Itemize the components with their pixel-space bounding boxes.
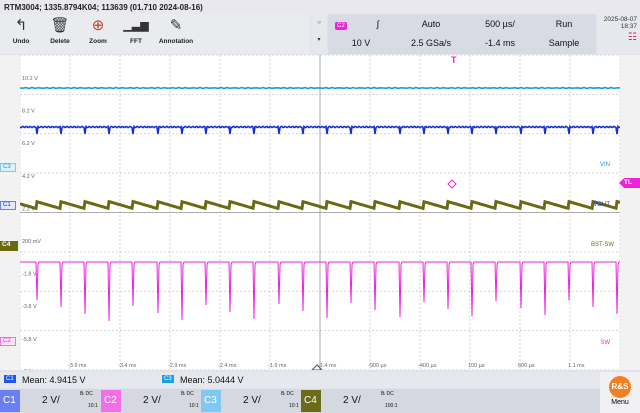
- trigger-slope-button[interactable]: ∫: [366, 15, 390, 34]
- c3-channel-button[interactable]: C3 2 V/ Bₗ DC 10:1: [201, 390, 300, 412]
- time-label: 600 µs: [518, 363, 535, 369]
- graticule: [20, 55, 620, 370]
- undo-icon: ↰: [14, 17, 28, 34]
- c1-mean-text: Mean: 4.9415 V: [22, 375, 86, 385]
- trigger-time-marker[interactable]: T: [451, 55, 457, 65]
- undo-button[interactable]: ↰ Undo: [2, 14, 40, 54]
- network-icon: ☷: [628, 32, 637, 43]
- menu-button[interactable]: R&S Menu: [600, 372, 640, 413]
- right-margin: [620, 55, 640, 370]
- window-title: RTM3004; 1335.8794K04; 113639 (01.710 20…: [0, 0, 640, 14]
- time-label: -3.4 ms: [118, 363, 137, 369]
- c1-meas-badge: C1: [4, 375, 16, 383]
- trigger-source-button[interactable]: C2: [332, 15, 350, 34]
- time-labels: -3.9 ms -3.4 ms -2.9 ms -2.4 ms -1.9 ms -1.4 …: [68, 363, 585, 369]
- measurement-bar: C1 Mean: 4.9415 V C3 Mean: 5.0444 V: [0, 372, 600, 388]
- c2-channel-button[interactable]: C2 2 V/ Bₗ DC 10:1: [101, 390, 200, 412]
- c3-offset-marker[interactable]: C3: [0, 163, 16, 172]
- trigger-point-marker: [447, 179, 457, 189]
- c2-offset-marker[interactable]: C2: [0, 337, 16, 346]
- trash-icon: 🗑: [50, 17, 70, 34]
- c3-mean-text: Mean: 5.0444 V: [180, 375, 244, 385]
- time-label: -3.9 ms: [68, 363, 87, 369]
- level-label: -7.8 V: [22, 369, 37, 370]
- c1-offset-marker[interactable]: C1: [0, 201, 16, 210]
- delete-button[interactable]: 🗑 Delete: [41, 14, 79, 54]
- pencil-icon: ✎: [169, 17, 183, 34]
- acquisition-mode-button[interactable]: Sample: [532, 34, 596, 53]
- sample-rate-readout: 2.5 GSa/s: [410, 38, 452, 48]
- c3-meas-badge: C3: [162, 375, 174, 383]
- timebase-button[interactable]: 500 µs/: [468, 15, 532, 34]
- c4-channel-button[interactable]: C4 2 V/ Bₗ DC 100:1: [301, 390, 400, 412]
- time-label: 1.1 ms: [568, 363, 585, 369]
- zoom-button[interactable]: ⊕ Zoom: [79, 14, 117, 54]
- fft-button[interactable]: ▁▃▆ FFT: [117, 14, 155, 54]
- toolbar: ↰ Undo 🗑 Delete ⊕ Zoom ▁▃▆ FFT ✎ Annotat…: [0, 14, 310, 54]
- level-label: 10.2 V: [22, 76, 38, 82]
- channel-bar: C1 2 V/ Bₗ DC 10:1 C2 2 V/ Bₗ DC 10:1 C3…: [0, 389, 600, 413]
- time-label: -400 µs: [418, 363, 437, 369]
- date-text: 2025-08-07: [603, 16, 637, 23]
- time-label: -1.9 ms: [268, 363, 287, 369]
- time-label: -2.9 ms: [168, 363, 187, 369]
- run-stop-button[interactable]: Run: [532, 15, 596, 34]
- toolbar-scroll[interactable]: ○ ▾: [311, 14, 327, 54]
- annotation-button[interactable]: ✎ Annotation: [155, 14, 197, 54]
- c1-channel-button[interactable]: C1 2 V/ Bₗ DC 10:1: [0, 390, 100, 412]
- time-text: 18:37: [620, 23, 637, 30]
- level-labels: 10.2 V8.2 V6.2 V4.2 V2.2 V200 mV-1.8 V-3…: [22, 76, 41, 370]
- level-label: 6.2 V: [22, 141, 35, 147]
- time-label: -900 µs: [368, 363, 387, 369]
- vin-label: VIN: [600, 162, 610, 168]
- level-label: -3.8 V: [22, 304, 37, 310]
- scroll-up-icon: ○: [317, 20, 321, 26]
- fft-icon: ▁▃▆: [123, 20, 149, 32]
- sw-label: SW: [600, 340, 610, 346]
- trigger-level-button[interactable]: 10 V: [328, 34, 394, 53]
- trigger-position-button[interactable]: -1.4 ms: [468, 34, 532, 53]
- c3-trace: [20, 86, 620, 90]
- c4-offset-marker[interactable]: C4: [0, 241, 18, 251]
- datetime: 2025-08-07 18:37 ☷: [597, 14, 640, 54]
- time-label: -2.4 ms: [218, 363, 237, 369]
- level-label: 4.2 V: [22, 174, 35, 180]
- acquisition-settings: C2 ∫ Auto 500 µs/ Run 10 V 2.5 GSa/s -1.…: [328, 14, 596, 54]
- level-label: 200 mV: [22, 239, 41, 245]
- waveform-display[interactable]: 10.2 V8.2 V6.2 V4.2 V2.2 V200 mV-1.8 V-3…: [20, 55, 620, 370]
- scroll-down-icon: ▾: [317, 37, 321, 43]
- rs-logo-icon: R&S: [609, 376, 631, 398]
- time-label: 100 µs: [468, 363, 485, 369]
- trigger-mode-button[interactable]: Auto: [394, 15, 468, 34]
- level-label: 8.2 V: [22, 109, 35, 115]
- bst-sw-label: BST-SW: [591, 242, 614, 248]
- vout-label: VOUT: [593, 202, 610, 208]
- level-label: -5.8 V: [22, 337, 37, 343]
- left-margin: [0, 55, 20, 370]
- level-label: -1.8 V: [22, 272, 37, 278]
- zoom-icon: ⊕: [91, 17, 105, 34]
